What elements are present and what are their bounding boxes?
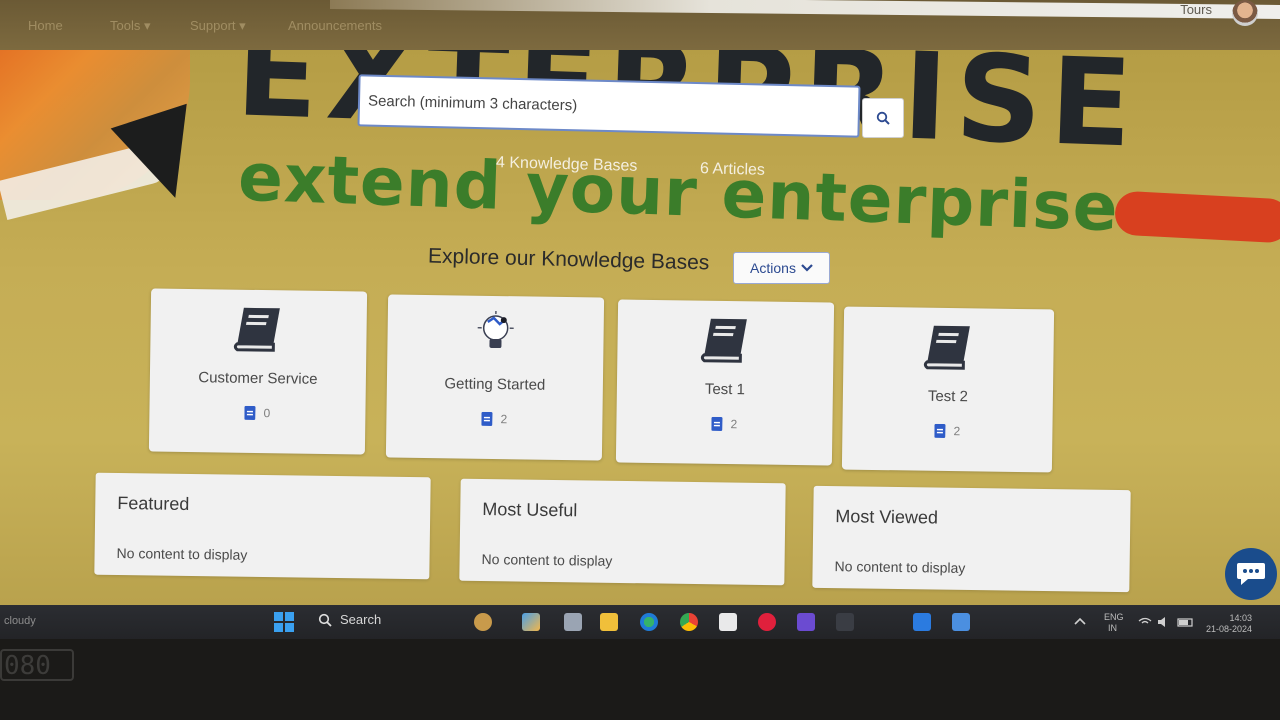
chat-button[interactable] — [1225, 548, 1277, 600]
language-label: ENG — [1104, 612, 1124, 622]
kb-name: Customer Service — [198, 369, 318, 388]
bezel-label: 080 — [0, 649, 74, 681]
panel-title: Most Viewed — [835, 506, 939, 528]
document-icon — [244, 405, 256, 420]
book-icon — [700, 318, 747, 363]
store-icon[interactable] — [719, 613, 737, 631]
panel-empty-text: No content to display — [834, 558, 966, 576]
featured-panel: Featured No content to display — [94, 472, 431, 580]
copilot-icon[interactable] — [474, 613, 492, 631]
hero-banner: EXTERPRISE extend your enterprise 4 Know… — [0, 50, 1280, 605]
search-icon — [876, 111, 890, 125]
kb-article-count: 2 — [730, 417, 738, 432]
search-button[interactable] — [862, 98, 904, 138]
taskbar-search[interactable]: Search — [318, 612, 381, 627]
app-icon[interactable] — [836, 613, 854, 631]
book-icon — [233, 307, 280, 352]
file-explorer-icon[interactable] — [600, 613, 618, 631]
monitor-bezel: 080 — [0, 639, 1280, 720]
document-icon — [711, 416, 723, 431]
kb-card-test-2[interactable]: Test 2 2 — [841, 306, 1055, 473]
kb-name: Getting Started — [444, 375, 546, 394]
panel-empty-text: No content to display — [116, 544, 248, 563]
chevron-up-icon[interactable] — [1074, 616, 1086, 626]
clock[interactable]: 14:03 21-08-2024 — [1206, 613, 1252, 635]
banner-red-swoosh — [1113, 190, 1280, 244]
document-icon — [934, 423, 946, 438]
weather-widget[interactable]: cloudy — [4, 615, 36, 627]
top-nav: Home Tools ▾ Support ▾ Announcements Tou… — [0, 0, 1280, 50]
chevron-down-icon — [801, 264, 813, 272]
os-taskbar: cloudy Search ENG IN 14:03 21-08-2024 — [0, 605, 1280, 639]
kb-card-test-1[interactable]: Test 1 2 — [615, 299, 835, 466]
search-icon — [318, 613, 332, 627]
book-icon — [923, 325, 970, 370]
most-viewed-panel: Most Viewed No content to display — [812, 485, 1131, 593]
task-view-icon[interactable] — [564, 613, 582, 631]
chrome-icon[interactable] — [680, 613, 698, 631]
edge-icon[interactable] — [640, 613, 658, 631]
section-title: Explore our Knowledge Bases — [427, 244, 710, 275]
most-useful-panel: Most Useful No content to display — [459, 478, 786, 586]
panel-empty-text: No content to display — [481, 551, 613, 569]
nav-item-home[interactable]: Home — [28, 18, 63, 33]
avatar[interactable] — [1232, 0, 1258, 26]
actions-label: Actions — [750, 260, 796, 276]
tours-link[interactable]: Tours — [1180, 2, 1212, 17]
pinterest-icon[interactable] — [758, 613, 776, 631]
remote-desktop-icon[interactable] — [913, 613, 931, 631]
kb-name: Test 1 — [704, 380, 746, 399]
clock-time: 14:03 — [1229, 613, 1253, 623]
language-indicator[interactable]: ENG IN — [1104, 612, 1124, 634]
panel-title: Most Useful — [482, 499, 578, 521]
kb-name: Test 2 — [927, 387, 969, 406]
kb-card-customer-service[interactable]: Customer Service 0 — [148, 288, 368, 455]
nav-item-announcements[interactable]: Announcements — [288, 18, 382, 33]
windows-start-icon[interactable] — [274, 612, 294, 632]
nav-item-tools[interactable]: Tools ▾ — [110, 18, 151, 34]
kb-article-count: 2 — [500, 412, 508, 427]
panel-title: Featured — [117, 492, 190, 514]
kb-card-getting-started[interactable]: Getting Started 2 — [385, 294, 605, 461]
chat-icon — [1237, 563, 1265, 585]
actions-dropdown[interactable]: Actions — [733, 252, 830, 284]
widgets-icon[interactable] — [522, 613, 540, 631]
lightbulb-icon — [477, 310, 514, 349]
document-icon — [481, 411, 493, 426]
knowledge-bases-count: 4 Knowledge Bases — [495, 154, 638, 175]
search-input[interactable] — [359, 76, 859, 136]
nav-highlight — [330, 0, 1280, 19]
taskbar-search-label: Search — [340, 612, 382, 627]
nav-item-support[interactable]: Support ▾ — [190, 18, 246, 34]
region-label: IN — [1108, 623, 1117, 633]
articles-count: 6 Articles — [699, 160, 766, 179]
clock-date: 21-08-2024 — [1206, 624, 1253, 634]
kb-article-count: 2 — [953, 424, 961, 439]
app-icon[interactable] — [952, 613, 970, 631]
visual-studio-icon[interactable] — [797, 613, 815, 631]
kb-article-count: 0 — [263, 406, 271, 421]
system-tray-icons[interactable] — [1138, 616, 1196, 628]
